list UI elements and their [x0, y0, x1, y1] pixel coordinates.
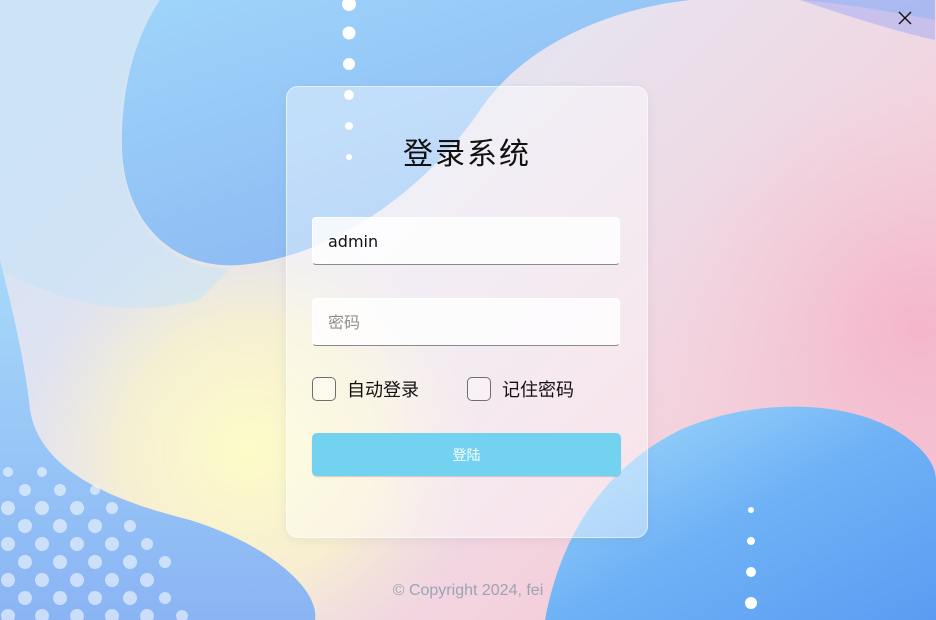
login-card: 登录系统 自动登录 记住密码 登陆 — [286, 86, 648, 538]
password-input[interactable] — [312, 298, 620, 346]
remember-password-checkbox[interactable]: 记住密码 — [467, 375, 574, 403]
close-button[interactable] — [893, 6, 917, 30]
auto-login-checkbox[interactable]: 自动登录 — [312, 375, 419, 403]
remember-password-checkbox-box[interactable] — [467, 377, 491, 401]
login-button[interactable]: 登陆 — [312, 433, 621, 476]
login-window: 登录系统 自动登录 记住密码 登陆 © Copyright 2024, fei — [0, 0, 936, 620]
copyright-text: © Copyright 2024, fei — [392, 582, 544, 599]
auto-login-checkbox-box[interactable] — [312, 377, 336, 401]
remember-password-label: 记住密码 — [502, 380, 574, 401]
auto-login-label: 自动登录 — [347, 380, 419, 401]
username-input[interactable] — [312, 217, 620, 265]
login-title: 登录系统 — [403, 137, 531, 172]
close-icon — [898, 11, 912, 25]
